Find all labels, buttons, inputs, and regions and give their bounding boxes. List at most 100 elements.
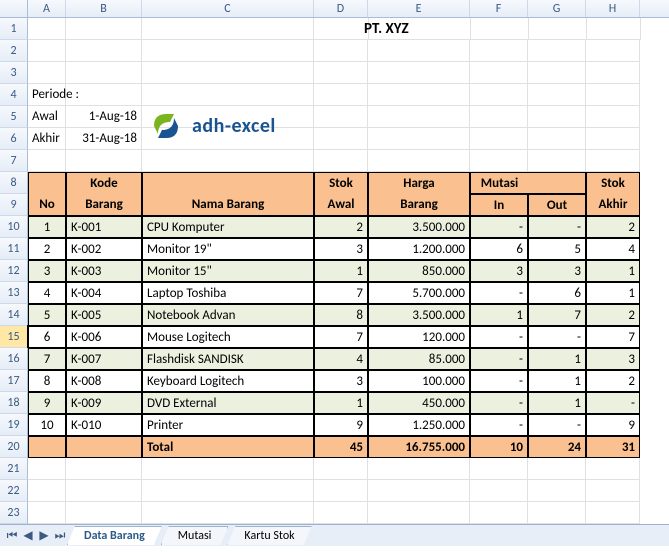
cell-nama[interactable]: Printer bbox=[142, 414, 314, 436]
cell-H22[interactable] bbox=[586, 480, 640, 502]
cell-D23[interactable] bbox=[314, 502, 368, 524]
cell-E3[interactable] bbox=[368, 62, 470, 84]
cell-E22[interactable] bbox=[368, 480, 470, 502]
cell-harga[interactable]: 85.000 bbox=[368, 348, 470, 370]
row-header-23[interactable]: 23 bbox=[0, 502, 28, 524]
row-header-3[interactable]: 3 bbox=[0, 62, 28, 84]
row-header-2[interactable]: 2 bbox=[0, 40, 28, 62]
cell-nama[interactable]: Keyboard Logitech bbox=[142, 370, 314, 392]
cell-no[interactable]: 5 bbox=[28, 304, 66, 326]
cell-awal[interactable]: 2 bbox=[314, 216, 368, 238]
cell-awal[interactable]: 3 bbox=[314, 370, 368, 392]
cell-G21[interactable] bbox=[528, 458, 586, 480]
row-header-21[interactable]: 21 bbox=[0, 458, 28, 480]
cell-akhir[interactable]: 1 bbox=[586, 282, 640, 304]
cell-no[interactable]: 1 bbox=[28, 216, 66, 238]
cell-nama[interactable]: CPU Komputer bbox=[142, 216, 314, 238]
cell-kode[interactable]: K-003 bbox=[66, 260, 142, 282]
cell-kode[interactable]: K-008 bbox=[66, 370, 142, 392]
cell-in[interactable]: - bbox=[470, 348, 528, 370]
col-header-C[interactable]: C bbox=[142, 0, 314, 17]
row-header-7[interactable]: 7 bbox=[0, 150, 28, 172]
cell-B23[interactable] bbox=[66, 502, 142, 524]
cell-out[interactable]: 1 bbox=[528, 392, 586, 414]
cell-awal[interactable]: 7 bbox=[314, 326, 368, 348]
cell-B7[interactable] bbox=[66, 150, 142, 172]
row-header-11[interactable]: 11 bbox=[0, 238, 28, 260]
cell-awal[interactable]: 1 bbox=[314, 392, 368, 414]
cell-B21[interactable] bbox=[66, 458, 142, 480]
cell-H1[interactable] bbox=[587, 18, 641, 40]
cell-H2[interactable] bbox=[586, 40, 640, 62]
col-header-A[interactable]: A bbox=[28, 0, 66, 17]
cell-nama[interactable]: Mouse Logitech bbox=[142, 326, 314, 348]
cell-kode[interactable]: K-010 bbox=[66, 414, 142, 436]
cell-in[interactable]: - bbox=[470, 414, 528, 436]
cell-in[interactable]: 6 bbox=[470, 238, 528, 260]
col-header-D[interactable]: D bbox=[314, 0, 368, 17]
cell-nama[interactable]: Notebook Advan bbox=[142, 304, 314, 326]
cell-C21[interactable] bbox=[142, 458, 314, 480]
cell-no[interactable]: 10 bbox=[28, 414, 66, 436]
row-header-13[interactable]: 13 bbox=[0, 282, 28, 304]
cell-no[interactable]: 7 bbox=[28, 348, 66, 370]
row-header-12[interactable]: 12 bbox=[0, 260, 28, 282]
cell-kode[interactable]: K-001 bbox=[66, 216, 142, 238]
cell-E2[interactable] bbox=[368, 40, 470, 62]
sheet-tab-mutasi[interactable]: Mutasi bbox=[161, 526, 229, 545]
cell-akhir[interactable]: - bbox=[586, 392, 640, 414]
select-all-corner[interactable] bbox=[0, 0, 28, 17]
cell-kode[interactable]: K-002 bbox=[66, 238, 142, 260]
cell-in[interactable]: - bbox=[470, 326, 528, 348]
cell-out[interactable]: 6 bbox=[528, 282, 586, 304]
row-header-15[interactable]: 15 bbox=[0, 326, 28, 348]
cell-awal[interactable]: 3 bbox=[314, 238, 368, 260]
cell-kode[interactable]: K-004 bbox=[66, 282, 142, 304]
cell-harga[interactable]: 3.500.000 bbox=[368, 216, 470, 238]
row-header-9[interactable]: 9 bbox=[0, 194, 28, 216]
row-header-8[interactable]: 8 bbox=[0, 172, 28, 194]
cell-kode[interactable]: K-009 bbox=[66, 392, 142, 414]
row-header-6[interactable]: 6 bbox=[0, 128, 28, 150]
cell-out[interactable]: - bbox=[528, 216, 586, 238]
cell-akhir[interactable]: 2 bbox=[586, 304, 640, 326]
cell-G23[interactable] bbox=[528, 502, 586, 524]
row-header-14[interactable]: 14 bbox=[0, 304, 28, 326]
total-blank-a[interactable] bbox=[28, 436, 66, 458]
cell-kode[interactable]: K-007 bbox=[66, 348, 142, 370]
cell-awal[interactable]: 8 bbox=[314, 304, 368, 326]
cell-in[interactable]: 1 bbox=[470, 304, 528, 326]
cell-E21[interactable] bbox=[368, 458, 470, 480]
cell-nama[interactable]: Monitor 15" bbox=[142, 260, 314, 282]
cell-F23[interactable] bbox=[470, 502, 528, 524]
cell-harga[interactable]: 1.200.000 bbox=[368, 238, 470, 260]
cell-harga[interactable]: 3.500.000 bbox=[368, 304, 470, 326]
cell-A3[interactable] bbox=[28, 62, 66, 84]
tab-nav-prev-icon[interactable]: ◀ bbox=[20, 528, 36, 544]
cell-A21[interactable] bbox=[28, 458, 66, 480]
cell-out[interactable]: 3 bbox=[528, 260, 586, 282]
cell-H23[interactable] bbox=[586, 502, 640, 524]
cell-B2[interactable] bbox=[66, 40, 142, 62]
cell-out[interactable]: 1 bbox=[528, 370, 586, 392]
sheet-tab-kartu-stok[interactable]: Kartu Stok bbox=[227, 526, 311, 545]
row-header-10[interactable]: 10 bbox=[0, 216, 28, 238]
cell-out[interactable]: 7 bbox=[528, 304, 586, 326]
row-header-5[interactable]: 5 bbox=[0, 106, 28, 128]
row-header-20[interactable]: 20 bbox=[0, 436, 28, 458]
cell-A23[interactable] bbox=[28, 502, 66, 524]
cell-B22[interactable] bbox=[66, 480, 142, 502]
cell-B3[interactable] bbox=[66, 62, 142, 84]
cell-akhir[interactable]: 3 bbox=[586, 348, 640, 370]
cell-in[interactable]: 3 bbox=[470, 260, 528, 282]
total-blank-b[interactable] bbox=[66, 436, 142, 458]
cell-B1[interactable] bbox=[66, 18, 142, 40]
cell-C23[interactable] bbox=[142, 502, 314, 524]
cell-A22[interactable] bbox=[28, 480, 66, 502]
cell-no[interactable]: 4 bbox=[28, 282, 66, 304]
cell-in[interactable]: - bbox=[470, 282, 528, 304]
cell-no[interactable]: 3 bbox=[28, 260, 66, 282]
cell-akhir[interactable]: 1 bbox=[586, 260, 640, 282]
cell-C3[interactable] bbox=[142, 62, 314, 84]
cell-out[interactable]: - bbox=[528, 326, 586, 348]
